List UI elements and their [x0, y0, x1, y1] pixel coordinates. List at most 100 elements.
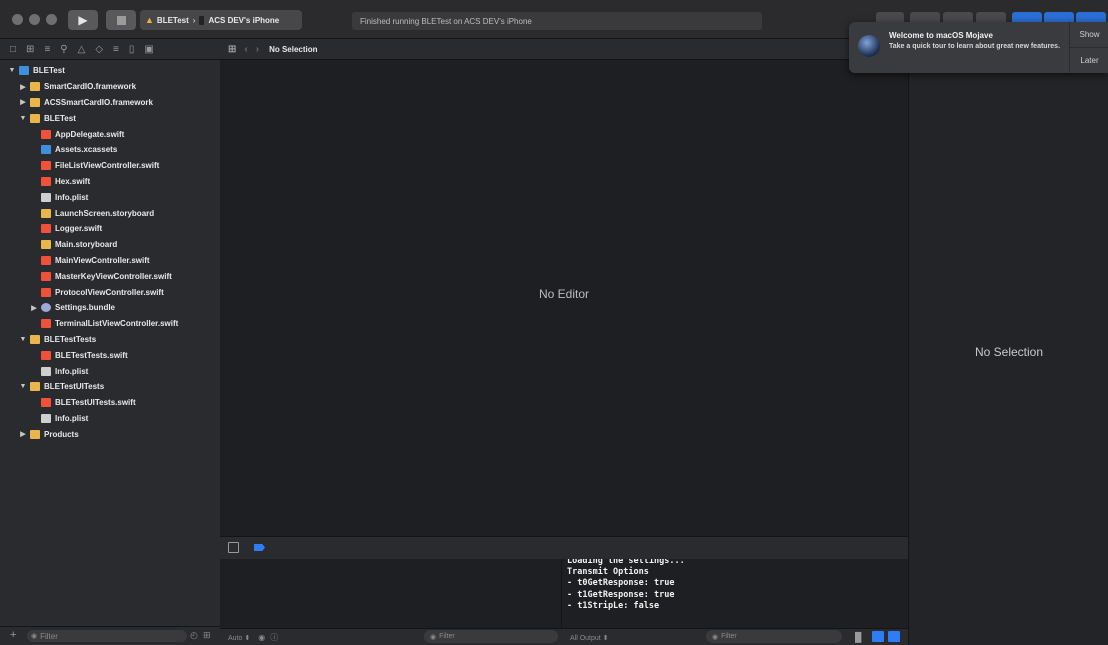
related-items-icon[interactable]: ⊞ — [228, 44, 236, 55]
file-tree-row[interactable]: BLETestTests.swift — [0, 347, 220, 363]
file-tree-label: TerminalListViewController.swift — [55, 319, 179, 329]
file-tree-row[interactable]: Main.storyboard — [0, 237, 220, 253]
file-tree-row[interactable]: MainViewController.swift — [0, 253, 220, 269]
disclosure-triangle-icon[interactable]: ▼ — [19, 115, 27, 122]
add-icon[interactable]: + — [10, 629, 16, 641]
plist-file-icon — [41, 413, 51, 423]
disclosure-triangle-icon[interactable]: ▶ — [30, 304, 38, 312]
notification-body: Take a quick tour to learn about great n… — [889, 43, 1061, 50]
minimize-window-button[interactable] — [29, 14, 40, 25]
editor-area: ⊞ ‹ › No Selection No Editor — [220, 39, 908, 536]
file-tree-row[interactable]: Logger.swift — [0, 221, 220, 237]
file-tree-row[interactable]: ▼ BLETest — [0, 110, 220, 126]
folder-file-icon — [30, 113, 40, 123]
scheme-device[interactable]: ACS DEV's iPhone — [208, 16, 279, 25]
file-tree-row[interactable]: Info.plist — [0, 363, 220, 379]
file-tree-row[interactable]: ▼ BLETest — [0, 63, 220, 79]
folder-file-icon — [30, 97, 40, 107]
file-tree-row[interactable]: ProtocolViewController.swift — [0, 284, 220, 300]
console-filter-placeholder: Filter — [721, 633, 737, 640]
navigator-filter-field[interactable]: ◉ Filter — [27, 630, 187, 642]
scheme-selector[interactable]: ▲ BLETest › ACS DEV's iPhone — [140, 10, 302, 30]
debug-bar — [220, 536, 908, 560]
file-tree-label: BLETest — [44, 113, 76, 123]
swift-file-icon — [41, 271, 51, 281]
back-icon[interactable]: ‹ — [244, 44, 247, 55]
file-tree-label: Products — [44, 429, 79, 439]
file-tree-row[interactable]: BLETestUITests.swift — [0, 395, 220, 411]
disclosure-triangle-icon[interactable]: ▶ — [19, 98, 27, 106]
chevron-right-icon: › — [192, 15, 196, 25]
scheme-target[interactable]: BLETest — [157, 16, 189, 25]
swift-file-icon — [41, 350, 51, 360]
file-tree-row[interactable]: LaunchScreen.storyboard — [0, 205, 220, 221]
show-button[interactable]: Show — [1070, 22, 1108, 48]
file-tree-row[interactable]: ▶ ACSSmartCardIO.framework — [0, 95, 220, 111]
debug-icon[interactable]: ≡ — [113, 44, 119, 55]
folder-file-icon — [30, 82, 40, 92]
file-tree-row[interactable]: ▶ SmartCardIO.framework — [0, 79, 220, 95]
swift-file-icon — [41, 224, 51, 234]
file-tree-row[interactable]: ▶ Products — [0, 426, 220, 442]
file-tree-row[interactable]: FileListViewController.swift — [0, 158, 220, 174]
stop-button[interactable] — [106, 10, 136, 30]
file-tree-row[interactable]: Hex.swift — [0, 174, 220, 190]
console-filter-field[interactable]: ◉ Filter — [706, 630, 842, 643]
file-tree-label: Settings.bundle — [55, 303, 115, 313]
file-tree-row[interactable]: TerminalListViewController.swift — [0, 316, 220, 332]
file-tree-row[interactable]: ▼ BLETestTests — [0, 332, 220, 348]
disclosure-triangle-icon[interactable]: ▼ — [8, 67, 16, 74]
file-tree-label: BLETest — [33, 66, 65, 76]
trash-icon[interactable]: █ — [855, 632, 861, 642]
disclosure-triangle-icon[interactable]: ▶ — [19, 430, 27, 438]
storyboard-file-icon — [41, 208, 51, 218]
forward-icon[interactable]: › — [256, 44, 259, 55]
later-button[interactable]: Later — [1070, 48, 1108, 73]
file-tree-row[interactable]: ▼ BLETestUITests — [0, 379, 220, 395]
file-tree-label: Assets.xcassets — [55, 145, 118, 155]
zoom-window-button[interactable] — [46, 14, 57, 25]
variables-filter-placeholder: Filter — [439, 633, 455, 640]
file-tree-row[interactable]: AppDelegate.swift — [0, 126, 220, 142]
file-tree-row[interactable]: Info.plist — [0, 189, 220, 205]
run-button[interactable]: ▶ — [68, 10, 98, 30]
status-text: Finished running BLETest on ACS DEV's iP… — [360, 16, 532, 26]
disclosure-triangle-icon[interactable]: ▼ — [19, 383, 27, 390]
variables-filter-field[interactable]: ◉ Filter — [424, 630, 558, 643]
swift-file-icon — [41, 176, 51, 186]
recent-files-icon[interactable]: ◴ — [190, 630, 198, 641]
variables-view — [220, 559, 562, 628]
test-icon[interactable]: ◇ — [95, 44, 103, 55]
breakpoint-toggle-icon[interactable] — [254, 544, 265, 551]
file-tree-label: SmartCardIO.framework — [44, 82, 137, 92]
disclosure-triangle-icon[interactable]: ▼ — [19, 336, 27, 343]
jump-bar: ⊞ ‹ › No Selection — [220, 39, 908, 60]
stop-icon — [116, 15, 126, 25]
file-tree-row[interactable]: Info.plist — [0, 411, 220, 427]
report-icon[interactable]: ▣ — [144, 44, 153, 55]
variables-mode-selector[interactable]: Auto ⬍ — [228, 634, 250, 642]
hide-debug-area-icon[interactable] — [228, 542, 239, 553]
quick-look-icon[interactable]: ◉ — [258, 633, 265, 642]
mojave-notification[interactable]: Welcome to macOS Mojave Take a quick tou… — [849, 22, 1108, 73]
jump-bar-label[interactable]: No Selection — [269, 45, 317, 54]
file-tree: ▼ BLETest ▶ SmartCardIO.framework ▶ ACSSmartC… — [0, 63, 220, 442]
file-tree-row[interactable]: ▶ Settings.bundle — [0, 300, 220, 316]
close-window-button[interactable] — [12, 14, 23, 25]
symbol-icon[interactable]: ≡ — [44, 44, 50, 55]
file-tree-label: ACSSmartCardIO.framework — [44, 97, 153, 107]
info-icon[interactable]: ⓘ — [270, 632, 278, 643]
output-mode-selector[interactable]: All Output ⬍ — [570, 634, 609, 642]
file-tree-row[interactable]: Assets.xcassets — [0, 142, 220, 158]
split-left-icon[interactable] — [872, 631, 884, 642]
disclosure-triangle-icon[interactable]: ▶ — [19, 83, 27, 91]
folder-icon[interactable]: □ — [10, 44, 16, 55]
breakpoint-icon[interactable]: ▯ — [129, 44, 135, 55]
file-tree-label: MainViewController.swift — [55, 255, 150, 265]
source-control-icon[interactable]: ⊞ — [26, 44, 34, 55]
warning-icon[interactable]: △ — [78, 44, 86, 55]
split-right-icon[interactable] — [888, 631, 900, 642]
scm-filter-icon[interactable]: ⊞ — [203, 630, 211, 641]
search-icon[interactable]: ⚲ — [60, 44, 67, 55]
file-tree-row[interactable]: MasterKeyViewController.swift — [0, 268, 220, 284]
